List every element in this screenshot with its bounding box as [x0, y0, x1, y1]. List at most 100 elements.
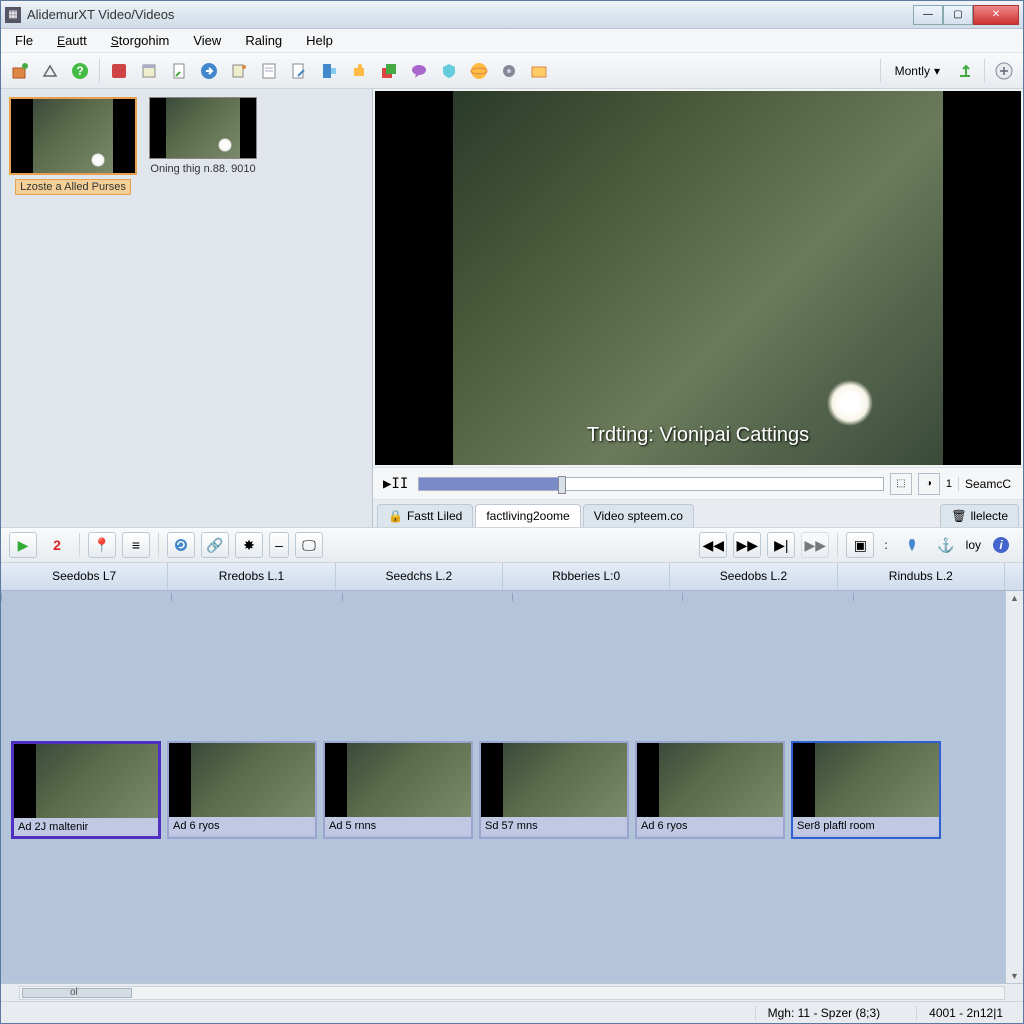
refresh-button[interactable] — [167, 532, 195, 558]
skip-button[interactable]: ▶▶ — [801, 532, 829, 558]
thumbnail-image — [149, 97, 257, 159]
tool-arrow2-icon[interactable] — [952, 58, 978, 84]
player-opt-1-button[interactable]: ⬚ — [890, 473, 912, 495]
tool-red-1-icon[interactable] — [106, 58, 132, 84]
view-mode-label: Montly — [895, 64, 930, 78]
library-item[interactable]: Lzoste a Alled Purses — [9, 97, 137, 195]
vertical-scrollbar[interactable] — [1005, 591, 1023, 983]
loy-label: loy — [966, 538, 981, 552]
clip-label: Ad 2J maltenir — [14, 818, 158, 836]
lock-icon: 🔒 — [388, 509, 403, 523]
tool-shield-icon[interactable] — [436, 58, 462, 84]
titlebar: ▦ AlidemurXT Video/Videos — ▢ ✕ — [1, 1, 1023, 29]
link-button[interactable]: 🔗 — [201, 532, 229, 558]
tool-edit-icon[interactable] — [286, 58, 312, 84]
horizontal-scrollbar[interactable]: ol — [1, 983, 1023, 1001]
timeline-clip[interactable]: Sd 57 mns — [479, 741, 629, 839]
svg-text:?: ? — [76, 64, 83, 78]
timeline-column[interactable]: Seedobs L.2 — [670, 563, 837, 590]
tab-label: Video spteem.co — [594, 509, 683, 523]
fast-forward-button[interactable]: ▶▶ — [733, 532, 761, 558]
timeline-clip[interactable]: Ser8 plaftl room — [791, 741, 941, 839]
timeline-column[interactable]: Seedchs L.2 — [336, 563, 503, 590]
app-window: ▦ AlidemurXT Video/Videos — ▢ ✕ Fle EEau… — [0, 0, 1024, 1024]
gear-button[interactable]: ✸ — [235, 532, 263, 558]
trash-icon: 🗑 — [951, 509, 966, 523]
play-timeline-button[interactable]: ▶ — [9, 532, 37, 558]
clip-label: Ad 6 ryos — [637, 817, 783, 835]
tool-1-icon[interactable] — [7, 58, 33, 84]
timeline-clip[interactable]: Ad 5 rnns — [323, 741, 473, 839]
tool-blue-icon[interactable] — [316, 58, 342, 84]
tool-stack-icon[interactable] — [376, 58, 402, 84]
snapshot-button[interactable]: ▣ — [846, 532, 874, 558]
preview-tabs: 🔒 Fastt Liled factliving2oome Video sptee… — [373, 499, 1023, 527]
menu-rating[interactable]: Raling — [239, 31, 288, 50]
menu-story[interactable]: Storgohim — [105, 31, 176, 50]
timeline-column[interactable]: Rredobs L.1 — [168, 563, 335, 590]
minus-button[interactable]: – — [269, 532, 289, 558]
menu-file[interactable]: Fle — [9, 31, 39, 50]
menu-edit[interactable]: EEauttautt — [51, 31, 93, 50]
marker-blue-button[interactable] — [898, 532, 926, 558]
timeline-column[interactable]: Seedobs L7 — [1, 563, 168, 590]
chevron-down-icon: ▾ — [934, 64, 940, 78]
tool-folder-icon[interactable] — [526, 58, 552, 84]
timeline-clip[interactable]: Ad 2J maltenir — [11, 741, 161, 839]
clip-label: Sd 57 mns — [481, 817, 627, 835]
tool-page-icon[interactable] — [256, 58, 282, 84]
pin-button[interactable]: 📍 — [88, 532, 116, 558]
tab-factliving[interactable]: factliving2oome — [475, 504, 580, 527]
video-preview[interactable]: Trdting: Vionipai Cattings — [375, 91, 1021, 465]
player-controls: ▶II ⬚ ◑ 1 SeamcC — [373, 467, 1023, 499]
tab-fast[interactable]: 🔒 Fastt Liled — [377, 504, 473, 527]
tool-film-icon[interactable] — [136, 58, 162, 84]
library-item[interactable]: Oning thig n.88. 9010 — [149, 97, 257, 175]
tool-chat-icon[interactable] — [406, 58, 432, 84]
marker-count: 2 — [43, 532, 71, 558]
timeline-clip[interactable]: Ad 6 ryos — [167, 741, 317, 839]
timeline-ticks — [1, 591, 1023, 603]
thumbnail-label: Lzoste a Alled Purses — [15, 179, 131, 195]
tab-video[interactable]: Video spteem.co — [583, 504, 694, 527]
minimize-button[interactable]: — — [913, 5, 943, 25]
info-button[interactable]: i — [987, 532, 1015, 558]
seek-slider[interactable] — [418, 477, 884, 491]
preview-panel: Trdting: Vionipai Cattings ▶II ⬚ ◑ 1 Sea… — [373, 89, 1023, 527]
timeline-clip[interactable]: Ad 6 ryos — [635, 741, 785, 839]
tab-label: factliving2oome — [486, 509, 569, 523]
anchor-button[interactable]: ⚓ — [932, 532, 960, 558]
menu-view[interactable]: View — [187, 31, 227, 50]
close-button[interactable]: ✕ — [973, 5, 1019, 25]
delete-tab-button[interactable]: 🗑 llelecte — [940, 504, 1019, 527]
window-controls: — ▢ ✕ — [913, 5, 1019, 25]
tool-2-icon[interactable] — [37, 58, 63, 84]
menu-help[interactable]: Help — [300, 31, 339, 50]
tool-puzzle-icon[interactable] — [346, 58, 372, 84]
timeline-area: Seedobs L7 Rredobs L.1 Seedchs L.2 Rbber… — [1, 563, 1023, 1001]
tab-label: Fastt Liled — [407, 509, 462, 523]
tool-doc-icon[interactable] — [166, 58, 192, 84]
tab-label: llelecte — [971, 509, 1008, 523]
play-pause-button[interactable]: ▶II — [379, 476, 412, 492]
clip-label: Ser8 plaftl room — [793, 817, 939, 835]
status-left: Mgh: 11 - Spzer (8;3) — [755, 1006, 893, 1020]
thumbnail-image — [9, 97, 137, 175]
tool-help-icon[interactable]: ? — [67, 58, 93, 84]
player-opt-2-button[interactable]: ◑ — [918, 473, 940, 495]
list-button[interactable]: ≡ — [122, 532, 150, 558]
next-frame-button[interactable]: ▶| — [767, 532, 795, 558]
timeline-column[interactable]: Rbberies L:0 — [503, 563, 670, 590]
screen-button[interactable]: 🖵 — [295, 532, 323, 558]
timeline-body[interactable]: Ad 2J maltenir Ad 6 ryos Ad 5 rnns Sd 57… — [1, 591, 1023, 983]
maximize-button[interactable]: ▢ — [943, 5, 973, 25]
tool-globe-icon[interactable] — [466, 58, 492, 84]
tool-arrow-icon[interactable] — [196, 58, 222, 84]
tool-cut-icon[interactable] — [226, 58, 252, 84]
tool-gear-icon[interactable] — [496, 58, 522, 84]
tool-plus-icon[interactable] — [991, 58, 1017, 84]
rewind-button[interactable]: ◀◀ — [699, 532, 727, 558]
view-mode-dropdown[interactable]: Montly ▾ — [887, 62, 948, 80]
timeline-column[interactable]: Rindubs L.2 — [838, 563, 1005, 590]
app-icon: ▦ — [5, 7, 21, 23]
